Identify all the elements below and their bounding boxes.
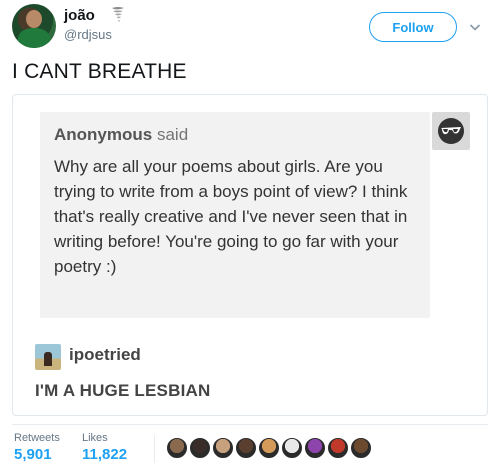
liker-avatar[interactable] bbox=[304, 437, 326, 459]
tornado-icon bbox=[112, 7, 124, 23]
user-handle[interactable]: @rdjsus bbox=[64, 27, 112, 42]
retweets-label: Retweets bbox=[14, 432, 60, 444]
liker-avatar[interactable] bbox=[166, 437, 188, 459]
liker-avatar[interactable] bbox=[189, 437, 211, 459]
likes-stat[interactable]: Likes 11,822 bbox=[82, 432, 127, 463]
ask-question-box: Anonymous said Why are all your poems ab… bbox=[40, 112, 430, 318]
follow-button[interactable]: Follow bbox=[369, 12, 457, 42]
asker-name: Anonymous bbox=[54, 125, 153, 144]
anonymous-sunglasses-icon bbox=[432, 112, 470, 150]
user-avatar[interactable] bbox=[12, 4, 56, 48]
tweet-stats: Retweets 5,901 Likes 11,822 bbox=[12, 424, 488, 470]
tweet-image[interactable]: Anonymous said Why are all your poems ab… bbox=[12, 94, 488, 416]
said-label: said bbox=[156, 125, 189, 144]
answerer-avatar bbox=[35, 344, 61, 370]
likes-count: 11,822 bbox=[82, 446, 128, 463]
answer-text: I'M A HUGE LESBIAN bbox=[35, 381, 211, 400]
liker-avatar[interactable] bbox=[327, 437, 349, 459]
liker-avatars bbox=[166, 437, 373, 459]
liker-avatar[interactable] bbox=[235, 437, 257, 459]
liker-avatar[interactable] bbox=[281, 437, 303, 459]
answerer-name: ipoetried bbox=[69, 345, 141, 364]
stats-divider bbox=[154, 435, 155, 463]
display-name[interactable]: joão bbox=[64, 7, 95, 24]
retweets-count: 5,901 bbox=[14, 446, 52, 463]
ask-question-text: Why are all your poems about girls. Are … bbox=[54, 157, 408, 276]
tweet-text: I CANT BREATHE bbox=[12, 60, 187, 83]
likes-label: Likes bbox=[82, 432, 108, 444]
liker-avatar[interactable] bbox=[350, 437, 372, 459]
liker-avatar[interactable] bbox=[212, 437, 234, 459]
tweet-header: joão @rdjsus Follow bbox=[12, 4, 488, 48]
retweets-stat[interactable]: Retweets 5,901 bbox=[14, 432, 60, 463]
chevron-down-icon[interactable] bbox=[469, 21, 481, 33]
liker-avatar[interactable] bbox=[258, 437, 280, 459]
ask-header: Anonymous said bbox=[54, 125, 416, 145]
